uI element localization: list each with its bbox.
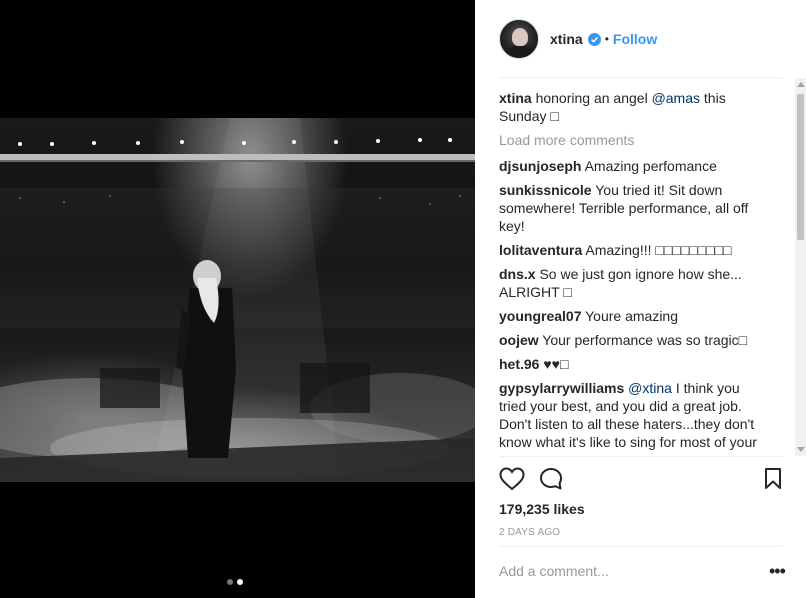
carousel-dot[interactable]	[227, 579, 233, 585]
comments-list: xtina honoring an angel @amas this Sunda…	[499, 89, 769, 455]
caption: xtina honoring an angel @amas this Sunda…	[499, 89, 769, 125]
like-count[interactable]: 179,235 likes	[499, 501, 585, 517]
post-header: xtina • Follow	[499, 17, 782, 61]
scroll-down-arrow-icon[interactable]	[797, 447, 805, 452]
scroll-up-arrow-icon[interactable]	[797, 82, 805, 87]
comment-text: Amazing perfomance	[581, 158, 717, 174]
comment-username[interactable]: dns.x	[499, 266, 536, 282]
compose-divider	[499, 546, 782, 547]
post-photo[interactable]	[0, 118, 475, 482]
caption-text: honoring an angel	[531, 90, 652, 106]
comment-item: lolitaventura Amazing!!! □□□□□□□□□	[499, 241, 769, 259]
add-comment-input[interactable]	[499, 563, 739, 579]
post-media-pane	[0, 0, 475, 598]
load-more-comments-button[interactable]: Load more comments	[499, 131, 769, 149]
bookmark-icon[interactable]	[763, 467, 783, 491]
comments-scrollbar[interactable]	[795, 78, 806, 456]
carousel-indicator	[227, 579, 243, 585]
comment-text: Your performance was so tragic□	[538, 332, 748, 348]
caption-mention-link[interactable]: @amas	[652, 90, 700, 106]
comment-text: ♥♥□	[539, 356, 569, 372]
comment-username[interactable]: youngreal07	[499, 308, 581, 324]
caption-emoji: □	[550, 108, 559, 124]
speech-bubble-icon[interactable]	[539, 467, 565, 491]
comment-item: oojew Your performance was so tragic□	[499, 331, 769, 349]
comment-username[interactable]: het.96	[499, 356, 539, 372]
comment-username[interactable]: oojew	[499, 332, 539, 348]
carousel-dot-active[interactable]	[237, 579, 243, 585]
concert-stage-image	[0, 118, 475, 482]
scrollbar-thumb[interactable]	[797, 94, 804, 240]
post-actions	[499, 467, 799, 493]
comment-item: youngreal07 Youre amazing	[499, 307, 769, 325]
comment-text: Amazing!!! □□□□□□□□□	[582, 242, 732, 258]
actions-divider	[499, 456, 782, 457]
comment-item: dns.x So we just gon ignore how she... A…	[499, 265, 769, 301]
post-sidebar: xtina • Follow xtina honoring an angel @…	[475, 0, 806, 598]
header-separator: •	[604, 32, 609, 46]
comment-mention-link[interactable]: @xtina	[624, 380, 672, 396]
comment-item: sunkissnicole You tried it! Sit down som…	[499, 181, 769, 235]
comment-item: gypsylarrywilliams @xtina I think you tr…	[499, 379, 769, 451]
avatar[interactable]	[499, 19, 539, 59]
verified-badge-icon	[587, 32, 601, 46]
comment-username[interactable]: djsunjoseph	[499, 158, 581, 174]
comment-text: So we just gon ignore how she... ALRIGHT…	[499, 266, 742, 300]
follow-button[interactable]: Follow	[613, 31, 657, 47]
comment-item: het.96 ♥♥□	[499, 355, 769, 373]
more-options-icon[interactable]: •••	[769, 562, 786, 580]
post-date[interactable]: 2 DAYS AGO	[499, 527, 560, 538]
comment-username[interactable]: gypsylarrywilliams	[499, 380, 624, 396]
author-username[interactable]: xtina	[550, 31, 583, 47]
comment-username[interactable]: lolitaventura	[499, 242, 582, 258]
heart-icon[interactable]	[499, 467, 525, 491]
comment-username[interactable]: sunkissnicole	[499, 182, 592, 198]
header-divider	[499, 77, 782, 78]
caption-username[interactable]: xtina	[499, 90, 532, 106]
comment-text: Youre amazing	[581, 308, 679, 324]
comment-item: djsunjoseph Amazing perfomance	[499, 157, 769, 175]
